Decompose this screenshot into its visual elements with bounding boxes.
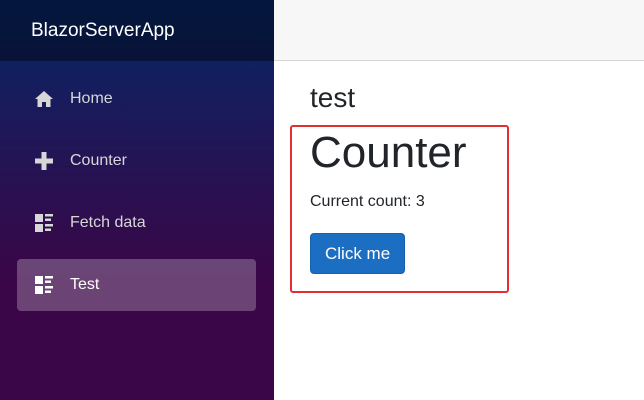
sidebar-item-test[interactable]: Test <box>17 259 256 311</box>
sidebar-item-label: Home <box>70 90 113 107</box>
plus-icon <box>34 151 54 171</box>
sidebar-item-label: Counter <box>70 152 127 169</box>
highlight-annotation-box <box>290 125 509 293</box>
sidebar: BlazorServerApp Home Counter Fetch data … <box>0 0 274 400</box>
list-rich-icon <box>34 275 54 295</box>
brand-link[interactable]: BlazorServerApp <box>31 20 175 42</box>
page-content: test Counter Current count: 3 Click me <box>274 61 644 293</box>
list-rich-icon <box>34 213 54 233</box>
sidebar-item-home[interactable]: Home <box>17 73 256 125</box>
main-area: test Counter Current count: 3 Click me <box>274 0 644 400</box>
brand-bar: BlazorServerApp <box>0 0 274 61</box>
home-icon <box>34 89 54 109</box>
sidebar-item-label: Test <box>70 276 100 293</box>
sidebar-item-counter[interactable]: Counter <box>17 135 256 187</box>
app-root: BlazorServerApp Home Counter Fetch data … <box>0 0 644 400</box>
sidebar-item-label: Fetch data <box>70 214 146 231</box>
page-title: test <box>310 82 356 113</box>
sidebar-item-fetch-data[interactable]: Fetch data <box>17 197 256 249</box>
top-row <box>274 0 644 61</box>
sidebar-nav: Home Counter Fetch data Test <box>0 61 274 311</box>
